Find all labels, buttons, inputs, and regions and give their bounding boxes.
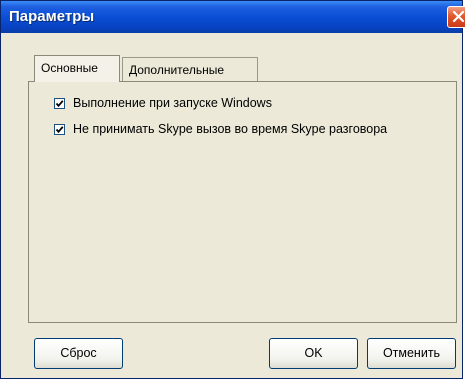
option-run-at-startup[interactable]: Выполнение при запуске Windows (54, 94, 272, 112)
checkmark-icon (55, 125, 64, 133)
close-icon (452, 10, 465, 23)
reset-button[interactable]: Сброс (34, 338, 123, 369)
dialog-window: Параметры Основные Дополнительные Выполн… (0, 0, 465, 379)
tab-panel-basic: Выполнение при запуске Windows Не приним… (28, 81, 457, 323)
run-at-startup-label: Выполнение при запуске Windows (73, 96, 272, 110)
tab-basic[interactable]: Основные (34, 55, 120, 82)
close-button[interactable] (447, 6, 465, 28)
tab-advanced-label: Дополнительные (129, 63, 224, 77)
window-title: Параметры (9, 8, 95, 25)
tab-advanced[interactable]: Дополнительные (122, 57, 258, 81)
cancel-button[interactable]: Отменить (367, 338, 456, 369)
reject-calls-checkbox[interactable] (54, 123, 65, 135)
run-at-startup-checkbox[interactable] (54, 97, 65, 109)
reject-calls-label: Не принимать Skype вызов во время Skype … (73, 122, 388, 136)
checkmark-icon (55, 99, 64, 107)
tab-basic-label: Основные (41, 61, 98, 75)
option-reject-calls[interactable]: Не принимать Skype вызов во время Skype … (54, 120, 387, 138)
ok-button[interactable]: OK (269, 338, 358, 369)
title-bar[interactable]: Параметры (1, 1, 465, 33)
